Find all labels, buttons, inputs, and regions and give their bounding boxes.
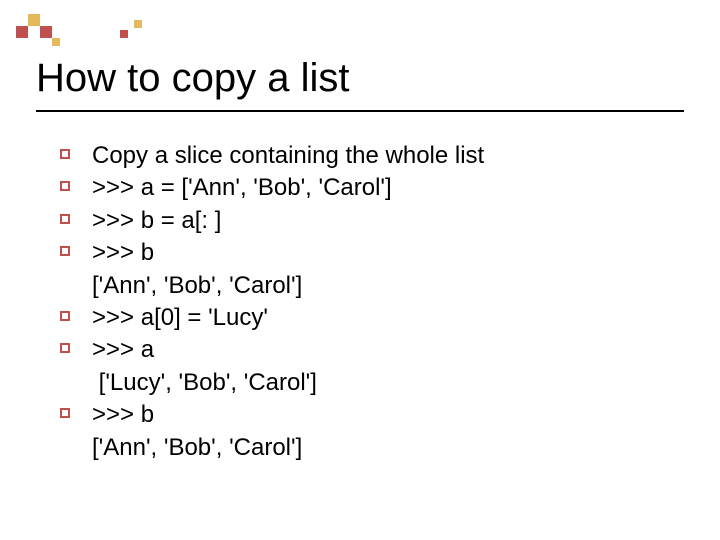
bullet-icon: [60, 214, 78, 232]
slide-title: How to copy a list: [36, 56, 349, 101]
bullet-item: Copy a slice containing the whole list: [60, 140, 680, 172]
bullet-icon: [60, 246, 78, 264]
slide-body: Copy a slice containing the whole list >…: [60, 140, 680, 464]
bullet-text: >>> a = ['Ann', 'Bob', 'Carol']: [92, 172, 680, 204]
bullet-item: >>> a = ['Ann', 'Bob', 'Carol']: [60, 172, 680, 204]
bullet-item: >>> b: [60, 237, 680, 269]
bullet-item: >>> a[0] = 'Lucy': [60, 302, 680, 334]
bullet-icon: [60, 311, 78, 329]
bullet-continuation: ['Ann', 'Bob', 'Carol']: [92, 270, 680, 302]
bullet-text: >>> a[0] = 'Lucy': [92, 302, 680, 334]
bullet-item: >>> a: [60, 334, 680, 366]
bullet-icon: [60, 343, 78, 361]
title-underline: [36, 110, 684, 112]
slide-corner-decoration: [10, 8, 170, 48]
bullet-text: >>> a: [92, 334, 680, 366]
bullet-icon: [60, 408, 78, 426]
bullet-text: Copy a slice containing the whole list: [92, 140, 680, 172]
bullet-icon: [60, 181, 78, 199]
bullet-continuation: ['Ann', 'Bob', 'Carol']: [92, 432, 680, 464]
bullet-item: >>> b = a[: ]: [60, 205, 680, 237]
bullet-icon: [60, 149, 78, 167]
bullet-item: >>> b: [60, 399, 680, 431]
bullet-text: >>> b = a[: ]: [92, 205, 680, 237]
bullet-text: >>> b: [92, 399, 680, 431]
bullet-continuation: ['Lucy', 'Bob', 'Carol']: [92, 367, 680, 399]
bullet-text: >>> b: [92, 237, 680, 269]
